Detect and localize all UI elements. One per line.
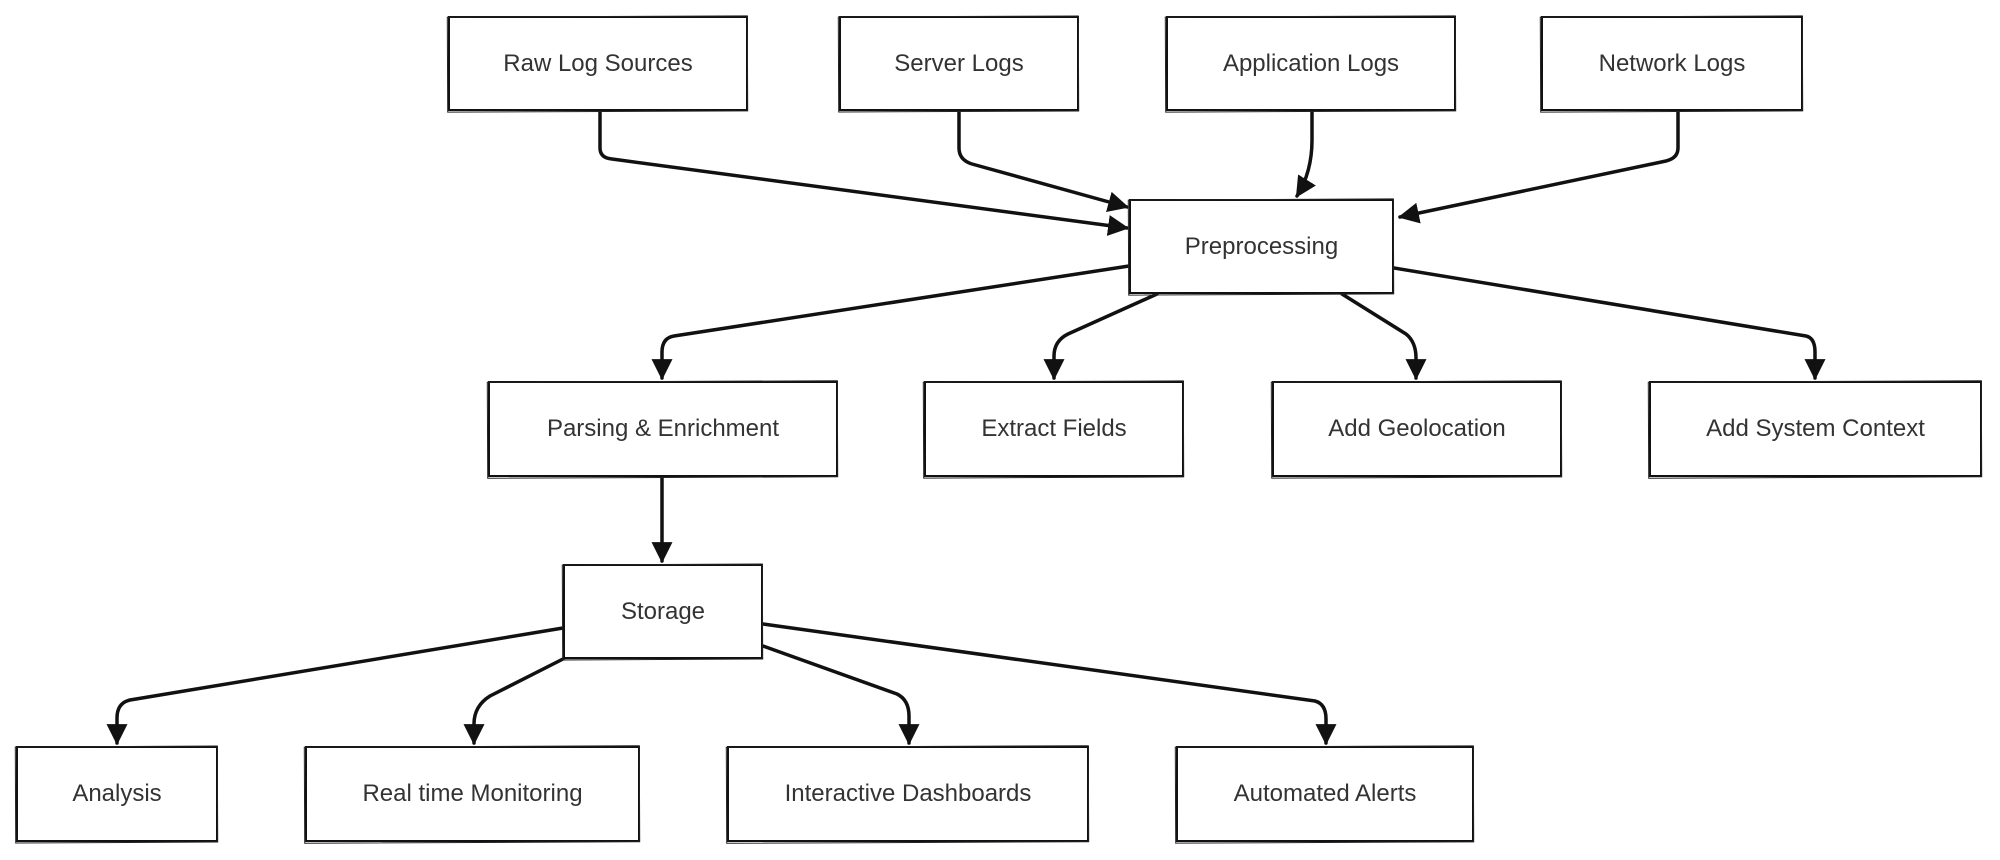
node-label: Application Logs (1222, 49, 1400, 77)
edge-pre-to-geo (1340, 292, 1427, 381)
node-label: Preprocessing (1184, 232, 1339, 260)
edge-storage-to-rtm (463, 657, 565, 746)
node-label: Automated Alerts (1233, 780, 1417, 807)
edge-pre-to-parse (651, 264, 1131, 381)
node-raw-log-sources[interactable]: Raw Log Sources (448, 16, 748, 111)
node-parsing-enrichment[interactable]: Parsing & Enrichment (488, 381, 838, 477)
edge-storage-to-dash (761, 644, 920, 746)
node-add-system-context[interactable]: Add System Context (1649, 381, 1982, 477)
edge-server-to-pre (957, 109, 1130, 213)
node-interactive-dashboards[interactable]: Interactive Dashboards (727, 746, 1089, 842)
node-label: Real time Monitoring (362, 780, 583, 807)
node-automated-alerts[interactable]: Automated Alerts (1176, 746, 1474, 842)
node-label: Analysis (72, 780, 162, 807)
node-add-geolocation[interactable]: Add Geolocation (1272, 381, 1562, 477)
edge-storage-to-analysis (106, 626, 565, 746)
edge-app-to-pre (1295, 109, 1316, 198)
edge-pre-to-extract (1043, 292, 1159, 381)
edge-raw-to-pre (598, 109, 1130, 236)
node-label: Interactive Dashboards (784, 780, 1032, 807)
node-label: Add Geolocation (1328, 415, 1506, 442)
node-real-time-monitoring[interactable]: Real time Monitoring (305, 746, 640, 842)
node-label: Storage (620, 597, 706, 625)
edge-network-to-pre (1397, 109, 1680, 224)
node-storage[interactable]: Storage (563, 564, 763, 659)
node-label: Add System Context (1706, 415, 1925, 442)
node-label: Server Logs (894, 49, 1024, 77)
node-network-logs[interactable]: Network Logs (1541, 16, 1803, 111)
node-application-logs[interactable]: Application Logs (1166, 16, 1456, 111)
node-preprocessing[interactable]: Preprocessing (1129, 199, 1394, 294)
node-label: Raw Log Sources (503, 49, 693, 77)
node-analysis[interactable]: Analysis (16, 746, 218, 842)
edge-pre-to-ctx (1392, 266, 1826, 381)
edge-storage-to-alerts (761, 622, 1337, 746)
node-label: Parsing & Enrichment (546, 415, 780, 442)
node-server-logs[interactable]: Server Logs (839, 16, 1079, 111)
node-label: Network Logs (1598, 49, 1746, 77)
node-label: Extract Fields (981, 415, 1127, 442)
node-extract-fields[interactable]: Extract Fields (924, 381, 1184, 477)
